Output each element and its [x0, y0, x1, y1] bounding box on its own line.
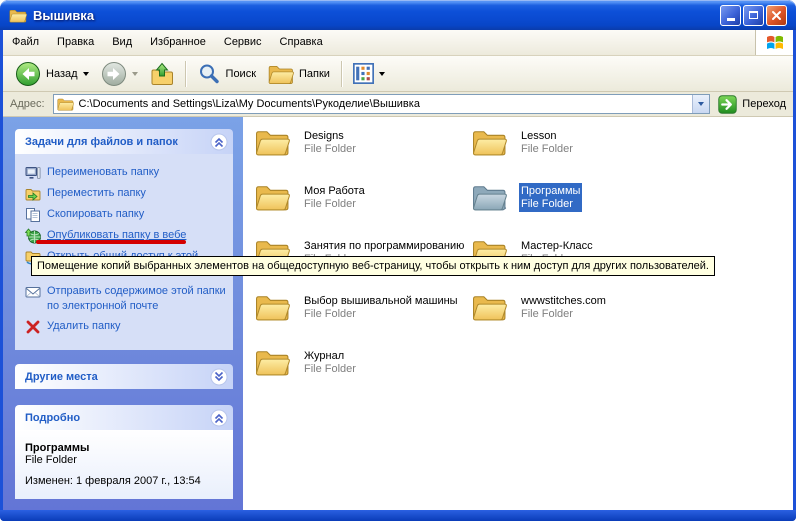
minimize-button[interactable] [720, 5, 741, 26]
content-area: Задачи для файлов и папок Переименовать … [3, 117, 793, 510]
task-delete-folder[interactable]: Удалить папку [25, 319, 228, 335]
task-email-folder[interactable]: Отправить содержимое этой папки по элект… [25, 284, 228, 314]
window-folder-icon [9, 8, 27, 23]
other-places-header[interactable]: Другие места [15, 364, 233, 389]
rename-folder-icon [25, 165, 41, 181]
address-bar: Адрес: C:\Documents and Settings\Liza\My… [3, 92, 793, 117]
folder-icon [472, 292, 507, 322]
toolbar: Назад Поиск Папки [3, 56, 793, 92]
menu-view[interactable]: Вид [103, 30, 141, 55]
window-title: Вышивка [33, 8, 94, 23]
dropdown-caret-icon [698, 102, 704, 106]
details-item-type: File Folder [25, 454, 223, 466]
annotation-underline [36, 240, 186, 244]
views-icon [353, 63, 374, 84]
chevron-up-icon[interactable] [210, 133, 228, 151]
toolbar-separator [185, 61, 186, 87]
menu-file[interactable]: Файл [3, 30, 48, 55]
address-label: Адрес: [10, 98, 45, 110]
menu-edit[interactable]: Правка [48, 30, 103, 55]
back-icon [15, 61, 41, 87]
go-icon [718, 95, 737, 114]
file-tile-designs[interactable]: DesignsFile Folder [253, 127, 470, 182]
file-tasks-header[interactable]: Задачи для файлов и папок [15, 129, 233, 154]
file-tasks-body: Переименовать папку Переместить папку Ск… [15, 154, 233, 350]
address-value[interactable]: C:\Documents and Settings\Liza\My Docume… [79, 98, 693, 110]
minimize-icon [727, 18, 735, 21]
address-folder-icon [57, 97, 74, 111]
folders-icon [268, 63, 294, 85]
details-item-modified: Изменен: 1 февраля 2007 г., 13:54 [25, 475, 223, 487]
folder-selected-icon [472, 182, 507, 212]
folder-icon [472, 127, 507, 157]
copy-folder-icon [25, 207, 41, 223]
toolbar-separator [341, 61, 342, 87]
views-button[interactable] [347, 59, 391, 89]
file-tile-programmy-selected[interactable]: ПрограммыFile Folder [470, 182, 687, 237]
menu-help[interactable]: Справка [271, 30, 332, 55]
menu-favorites[interactable]: Избранное [141, 30, 215, 55]
close-icon [771, 10, 782, 21]
file-tile-vybor-mashiny[interactable]: Выбор вышивальной машиныFile Folder [253, 292, 470, 347]
address-dropdown-button[interactable] [692, 95, 709, 113]
up-button[interactable] [144, 59, 180, 89]
go-button[interactable]: Переход [718, 95, 786, 114]
delete-icon [25, 319, 41, 335]
move-folder-icon [25, 186, 41, 202]
folder-icon [255, 347, 290, 377]
forward-button[interactable] [95, 59, 144, 89]
folder-icon [255, 182, 290, 212]
address-combo[interactable]: C:\Documents and Settings\Liza\My Docume… [53, 94, 711, 114]
menu-tools[interactable]: Сервис [215, 30, 271, 55]
folder-icon [255, 127, 290, 157]
file-tile-zhurnal[interactable]: ЖурналFile Folder [253, 347, 470, 402]
file-list: DesignsFile Folder LessonFile Folder Моя… [243, 117, 793, 510]
details-body: Программы File Folder Изменен: 1 февраля… [15, 430, 233, 499]
maximize-button[interactable] [743, 5, 764, 26]
tooltip: Помещение копий выбранных элементов на о… [31, 256, 715, 276]
task-copy-folder[interactable]: Скопировать папку [25, 207, 228, 223]
panel-details: Подробно Программы File Folder Изменен: … [15, 405, 233, 499]
chevron-up-icon[interactable] [210, 409, 228, 427]
menu-bar: Файл Правка Вид Избранное Сервис Справка [3, 30, 793, 56]
panel-other-places: Другие места [15, 364, 233, 389]
windows-logo-icon [755, 30, 793, 55]
window-bottom-border [0, 510, 796, 521]
folder-icon [255, 292, 290, 322]
file-tile-lesson[interactable]: LessonFile Folder [470, 127, 687, 182]
back-button[interactable]: Назад [9, 59, 95, 89]
forward-icon [101, 61, 127, 87]
task-move-folder[interactable]: Переместить папку [25, 186, 228, 202]
search-button[interactable]: Поиск [191, 59, 262, 89]
file-tile-moya-rabota[interactable]: Моя РаботаFile Folder [253, 182, 470, 237]
details-item-name: Программы [25, 442, 223, 454]
search-icon [197, 62, 221, 86]
folders-button[interactable]: Папки [262, 59, 336, 89]
file-tile-wwwstitches[interactable]: wwwstitches.comFile Folder [470, 292, 687, 347]
views-dropdown-caret[interactable] [379, 72, 385, 76]
task-pane: Задачи для файлов и папок Переименовать … [3, 117, 243, 510]
chevron-down-icon[interactable] [210, 368, 228, 386]
maximize-icon [749, 11, 758, 19]
explorer-window: Вышивка Файл Правка Вид Избранное Сервис… [0, 0, 796, 521]
close-button[interactable] [766, 5, 787, 26]
up-folder-icon [150, 62, 174, 86]
title-bar[interactable]: Вышивка [0, 0, 796, 30]
forward-dropdown-caret [132, 72, 138, 76]
details-header[interactable]: Подробно [15, 405, 233, 430]
back-dropdown-caret[interactable] [83, 72, 89, 76]
email-icon [25, 284, 41, 300]
task-rename-folder[interactable]: Переименовать папку [25, 165, 228, 181]
